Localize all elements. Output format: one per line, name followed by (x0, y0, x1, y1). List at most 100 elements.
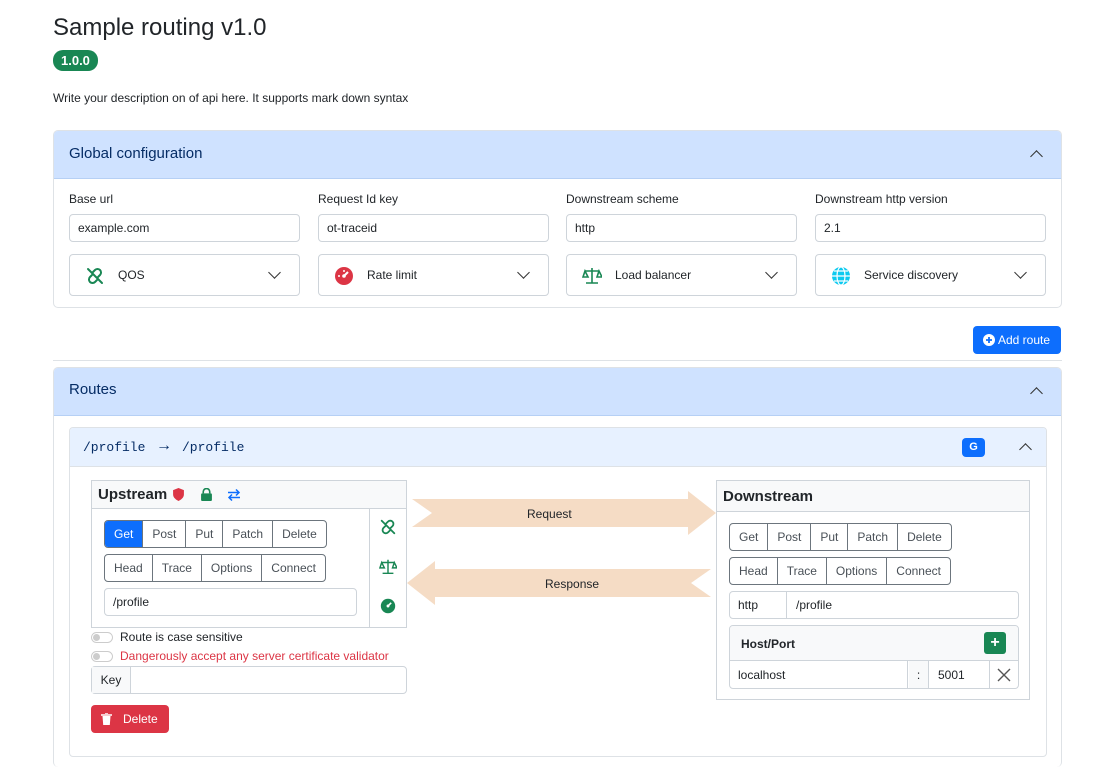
upstream-methods-row1: Get Post Put Patch Delete (104, 520, 327, 548)
port-input[interactable]: 5001 (930, 661, 990, 688)
route-item: /profile → /profile G Upstream Get Post … (69, 427, 1047, 757)
routes-header[interactable]: Routes (54, 368, 1061, 416)
lock-icon[interactable] (200, 488, 213, 501)
api-description: Write your description on of api here. I… (53, 91, 409, 105)
http-version-label: Downstream http version (815, 192, 948, 206)
method-put[interactable]: Put (186, 521, 224, 547)
danger-cert-toggle[interactable] (91, 651, 113, 662)
base-url-input[interactable]: example.com (69, 214, 300, 242)
upstream-header: Upstream (92, 481, 406, 509)
method-delete[interactable]: Delete (273, 521, 326, 547)
load-balancer-dropdown[interactable]: Load balancer (566, 254, 797, 296)
upstream-methods-row2: Head Trace Options Connect (104, 554, 326, 582)
http-version-input[interactable]: 2.1 (815, 214, 1046, 242)
upstream-panel: Upstream Get Post Put Patch Delete Head … (91, 480, 407, 628)
upstream-title: Upstream (98, 486, 168, 503)
service-discovery-dropdown[interactable]: Service discovery (815, 254, 1046, 296)
qos-label: QOS (118, 268, 145, 282)
load-balancer-label: Load balancer (615, 268, 692, 282)
divider (53, 360, 1062, 361)
close-icon[interactable] (997, 668, 1011, 682)
method-options[interactable]: Options (202, 555, 263, 581)
method-post[interactable]: Post (768, 524, 812, 550)
scales-icon (582, 268, 602, 284)
downstream-url-group: http /profile (729, 591, 1019, 619)
trash-icon (101, 713, 112, 725)
chevron-down-icon (268, 266, 281, 279)
route-downstream-path: /profile (182, 440, 245, 455)
speedometer-icon[interactable] (380, 598, 396, 614)
global-config-header[interactable]: Global configuration (54, 131, 1061, 179)
method-trace[interactable]: Trace (778, 558, 827, 584)
chevron-up-icon[interactable] (1030, 387, 1043, 400)
downstream-title: Downstream (723, 488, 814, 505)
globe-icon (832, 266, 850, 286)
route-arrow: → (156, 437, 172, 454)
routes-card: Routes /profile → /profile G Upstream Ge… (53, 367, 1062, 767)
chevron-up-icon[interactable] (1030, 150, 1043, 163)
swap-arrows-icon[interactable] (227, 488, 241, 501)
request-label: Request (527, 507, 572, 521)
scheme-label: Downstream scheme (566, 192, 679, 206)
case-sensitive-toggle[interactable] (91, 632, 113, 643)
method-delete[interactable]: Delete (898, 524, 951, 550)
request-id-label: Request Id key (318, 192, 399, 206)
page-title: Sample routing v1.0 (53, 14, 267, 41)
chevron-down-icon (765, 266, 778, 279)
broken-link-icon[interactable] (379, 518, 397, 536)
downstream-methods-row1: Get Post Put Patch Delete (729, 523, 952, 551)
route-method-badge: G (962, 438, 985, 457)
host-port-separator: : (909, 661, 929, 688)
global-config-card: Global configuration Base url example.co… (53, 130, 1062, 308)
add-route-button[interactable]: Add route (973, 326, 1061, 354)
method-get[interactable]: Get (105, 521, 144, 547)
method-connect[interactable]: Connect (262, 555, 325, 581)
route-header[interactable]: /profile → /profile G (70, 428, 1046, 467)
hostport-panel: Host/Port + localhost : 5001 (729, 625, 1019, 689)
host-input[interactable]: localhost (730, 661, 908, 688)
speedometer-icon (335, 267, 353, 285)
delete-route-button[interactable]: Delete (91, 705, 169, 733)
method-patch[interactable]: Patch (223, 521, 274, 547)
downstream-scheme[interactable]: http (730, 592, 787, 618)
shield-icon[interactable] (172, 488, 185, 501)
key-input[interactable] (132, 667, 406, 693)
version-badge: 1.0.0 (53, 50, 98, 71)
method-trace[interactable]: Trace (153, 555, 202, 581)
upstream-path-input[interactable]: /profile (104, 588, 357, 616)
upstream-sidebar (369, 509, 370, 628)
base-url-label: Base url (69, 192, 114, 206)
request-id-input[interactable]: ot-traceid (318, 214, 549, 242)
rate-limit-dropdown[interactable]: Rate limit (318, 254, 549, 296)
case-sensitive-label: Route is case sensitive (120, 630, 243, 644)
hostport-header: Host/Port + (730, 626, 1018, 661)
chevron-down-icon (1014, 266, 1027, 279)
rate-limit-label: Rate limit (367, 268, 418, 282)
qos-dropdown[interactable]: QOS (69, 254, 300, 296)
method-get[interactable]: Get (730, 524, 769, 550)
danger-cert-label: Dangerously accept any server certificat… (120, 649, 389, 663)
method-head[interactable]: Head (105, 555, 153, 581)
downstream-path-input[interactable]: /profile (788, 592, 1018, 618)
add-host-button[interactable]: + (984, 632, 1006, 654)
method-head[interactable]: Head (730, 558, 778, 584)
hostport-title: Host/Port (741, 637, 795, 651)
method-post[interactable]: Post (143, 521, 187, 547)
broken-link-icon (87, 267, 103, 285)
downstream-methods-row2: Head Trace Options Connect (729, 557, 951, 585)
plus-circle-icon (983, 334, 995, 346)
downstream-header: Downstream (717, 481, 1029, 512)
method-patch[interactable]: Patch (848, 524, 899, 550)
key-label: Key (92, 667, 131, 693)
delete-label: Delete (123, 712, 158, 726)
route-upstream-path: /profile (83, 440, 146, 455)
chevron-up-icon[interactable] (1019, 443, 1032, 456)
method-put[interactable]: Put (811, 524, 849, 550)
scheme-input[interactable]: http (566, 214, 797, 242)
method-options[interactable]: Options (827, 558, 888, 584)
scales-icon[interactable] (379, 558, 397, 576)
add-route-label: Add route (998, 333, 1051, 347)
service-discovery-label: Service discovery (864, 268, 959, 282)
method-connect[interactable]: Connect (887, 558, 950, 584)
response-label: Response (545, 577, 600, 591)
